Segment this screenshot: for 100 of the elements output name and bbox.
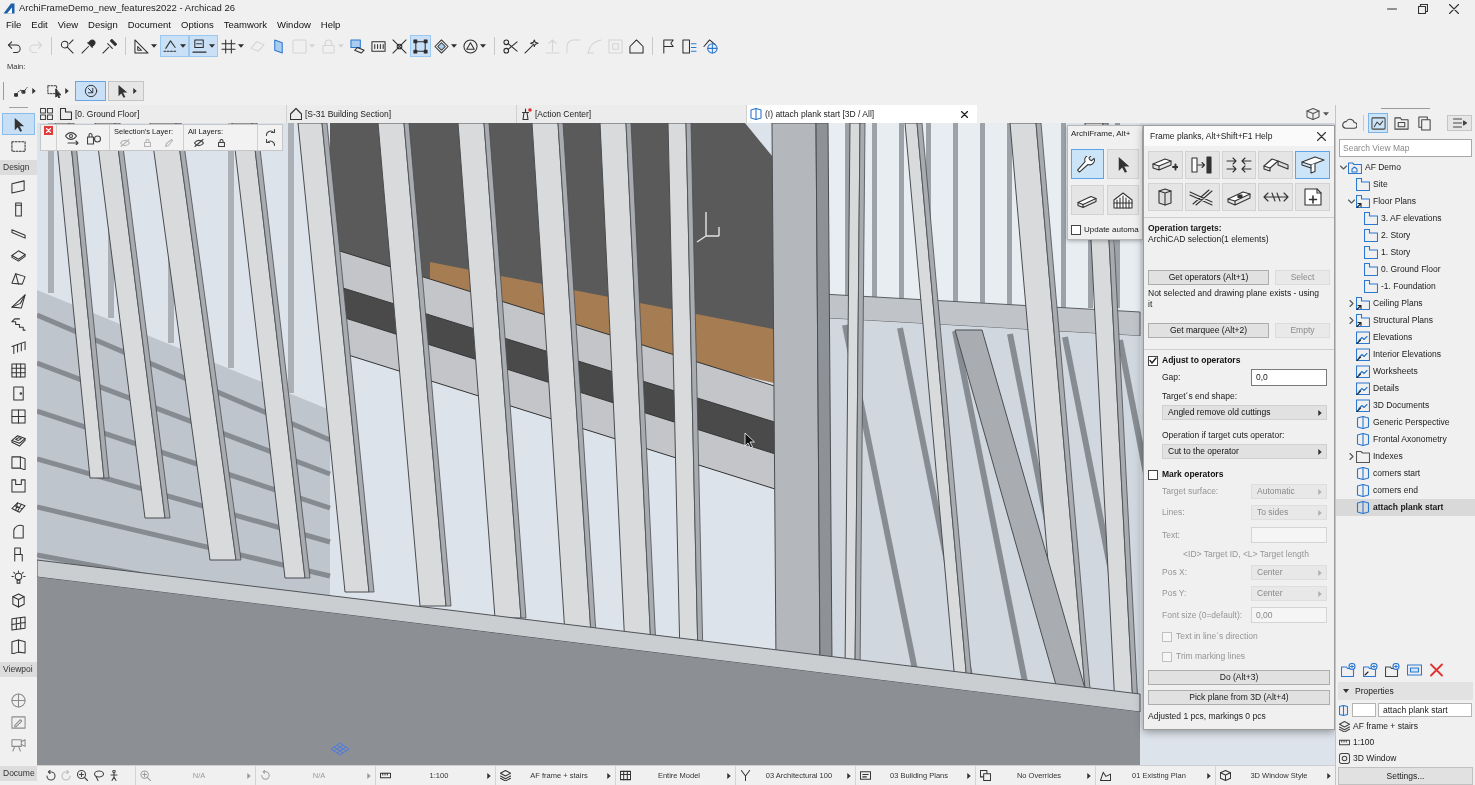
tree-item[interactable]: 3D Documents [1336,397,1475,414]
panel-menu-button[interactable] [1447,115,1472,131]
tree-item[interactable]: 2. Story [1336,227,1475,244]
menu-item[interactable]: Window [272,17,316,33]
snap-line-button[interactable] [160,35,189,57]
folder-plus-icon[interactable] [1385,663,1400,677]
tree-item[interactable]: Worksheets [1336,363,1475,380]
tree-item[interactable]: corners start [1336,465,1475,482]
tab[interactable]: [0. Ground Floor] [57,105,287,123]
house-frame-button[interactable] [1106,185,1139,215]
orbit-button[interactable] [75,80,106,101]
properties-header[interactable]: Properties [1338,682,1473,700]
tree-item[interactable]: Interior Elevations [1336,346,1475,363]
grid-icon[interactable] [40,108,53,120]
document-plus-button[interactable] [1295,183,1330,211]
bar-arrow-button[interactable] [1184,151,1220,179]
checkbox[interactable] [1148,355,1158,366]
redo-icon[interactable] [265,129,275,136]
arrow-pointer-button[interactable] [1106,149,1139,179]
3d-view-icon [1356,416,1370,429]
tree-item[interactable]: Ceiling Plans [1336,295,1475,312]
frame-selection-button[interactable] [410,35,431,57]
gap-input[interactable]: 0,0 [1251,369,1327,386]
search-field[interactable]: Search View Map [1339,139,1472,157]
folder-plus-icon[interactable] [1341,663,1356,677]
settings-button[interactable]: Settings... [1338,767,1473,785]
viewpoint-folder-icon [1356,348,1370,361]
tree-item[interactable]: Site [1336,176,1475,193]
walk-icon[interactable] [109,770,118,781]
menu-item[interactable]: Options [176,17,219,33]
arrows-inward-button[interactable] [1221,151,1257,179]
caret-icon [247,772,251,779]
tree-item[interactable]: 3. AF elevations [1336,210,1475,227]
menu-item[interactable]: Design [83,17,123,33]
tree-item[interactable]: Frontal Axonometry [1336,431,1475,448]
tab[interactable]: [Action Center] [517,105,747,123]
menu-item[interactable]: Help [315,17,346,33]
chevron-right-icon[interactable] [1347,453,1355,460]
tree-item[interactable]: 1. Story [1336,244,1475,261]
angled-beams-button[interactable] [1258,151,1294,179]
double-arrow-button[interactable] [1258,183,1294,211]
tab[interactable]: [S-31 Building Section] [287,105,517,123]
menu-item[interactable]: Edit [26,17,53,33]
tree-item[interactable]: Details [1336,380,1475,397]
zoom-in-icon[interactable] [77,770,88,781]
arrow-pointer-button[interactable] [108,80,144,101]
folder-plus-icon[interactable] [1363,663,1378,677]
tree-item[interactable]: AF Demo [1336,159,1475,176]
dialog-button[interactable]: Get marquee (Alt+2) [1148,323,1269,338]
chart-frame-button[interactable] [1368,113,1388,133]
pick-plane-button[interactable]: Pick plane from 3D (Alt+4) [1148,690,1330,705]
tree-item[interactable]: Floor Plans [1336,193,1475,210]
eye-swap-icon[interactable] [65,130,79,145]
crossing-beams-button[interactable] [1184,183,1220,211]
tree-item[interactable]: corners end [1336,482,1475,499]
close-icon[interactable] [1317,131,1326,141]
chevron-down-icon[interactable] [1347,198,1355,205]
id-field[interactable] [1352,703,1376,717]
lock-eye-icon[interactable] [87,130,101,145]
delete-icon[interactable] [1429,663,1444,677]
close-icon[interactable] [1449,3,1459,14]
tree-item[interactable]: Elevations [1336,329,1475,346]
rotate-left-icon[interactable] [45,770,56,781]
lock-icon[interactable] [218,139,225,147]
tab[interactable]: (I) attach plank start [3D / All] [747,105,977,123]
dialog-button[interactable]: Get operators (Alt+1) [1148,270,1269,285]
lasso-icon[interactable] [93,770,104,781]
cut-mode-dropdown[interactable]: Cut to the operator [1162,444,1327,459]
tree-item[interactable]: -1. Foundation [1336,278,1475,295]
block-button[interactable] [1148,183,1183,211]
tree-item[interactable]: Indexes [1336,448,1475,465]
undo-icon[interactable] [265,139,275,146]
checkbox[interactable] [1148,469,1158,480]
eye-icon[interactable] [194,139,204,147]
checkbox[interactable] [1071,225,1081,235]
menu-item[interactable]: Document [122,17,176,33]
tree-item[interactable]: attach plank start [1336,499,1475,516]
arrow-pointer-tool[interactable] [2,113,35,135]
slab-level-button[interactable] [189,35,218,57]
restore-icon[interactable] [1418,3,1428,14]
wrench-button[interactable] [1071,149,1104,179]
chevron-down-icon[interactable] [1339,164,1347,171]
menu-item[interactable]: File [1,17,27,33]
chevron-right-icon[interactable] [1347,317,1355,324]
tree-item[interactable]: Generic Perspective [1336,414,1475,431]
t-joint-button[interactable] [1295,151,1330,179]
window-frame-icon[interactable] [1407,663,1422,677]
menu-item[interactable]: View [52,17,84,33]
chevron-right-icon[interactable] [1347,300,1355,307]
tree-item[interactable]: 0. Ground Floor [1336,261,1475,278]
beam-button[interactable] [1071,185,1104,215]
beam-plus-button[interactable] [1148,151,1183,179]
close-icon[interactable] [961,110,968,118]
end-shape-dropdown[interactable]: Angled remove old cuttings [1162,405,1327,420]
name-field[interactable]: attach plank start [1378,703,1472,717]
view-options-button[interactable] [1306,108,1329,120]
do-button[interactable]: Do (Alt+3) [1148,670,1330,685]
beam-slot-button[interactable] [1221,183,1257,211]
menu-item[interactable]: Teamwork [218,17,273,33]
tree-item[interactable]: Structural Plans [1336,312,1475,329]
